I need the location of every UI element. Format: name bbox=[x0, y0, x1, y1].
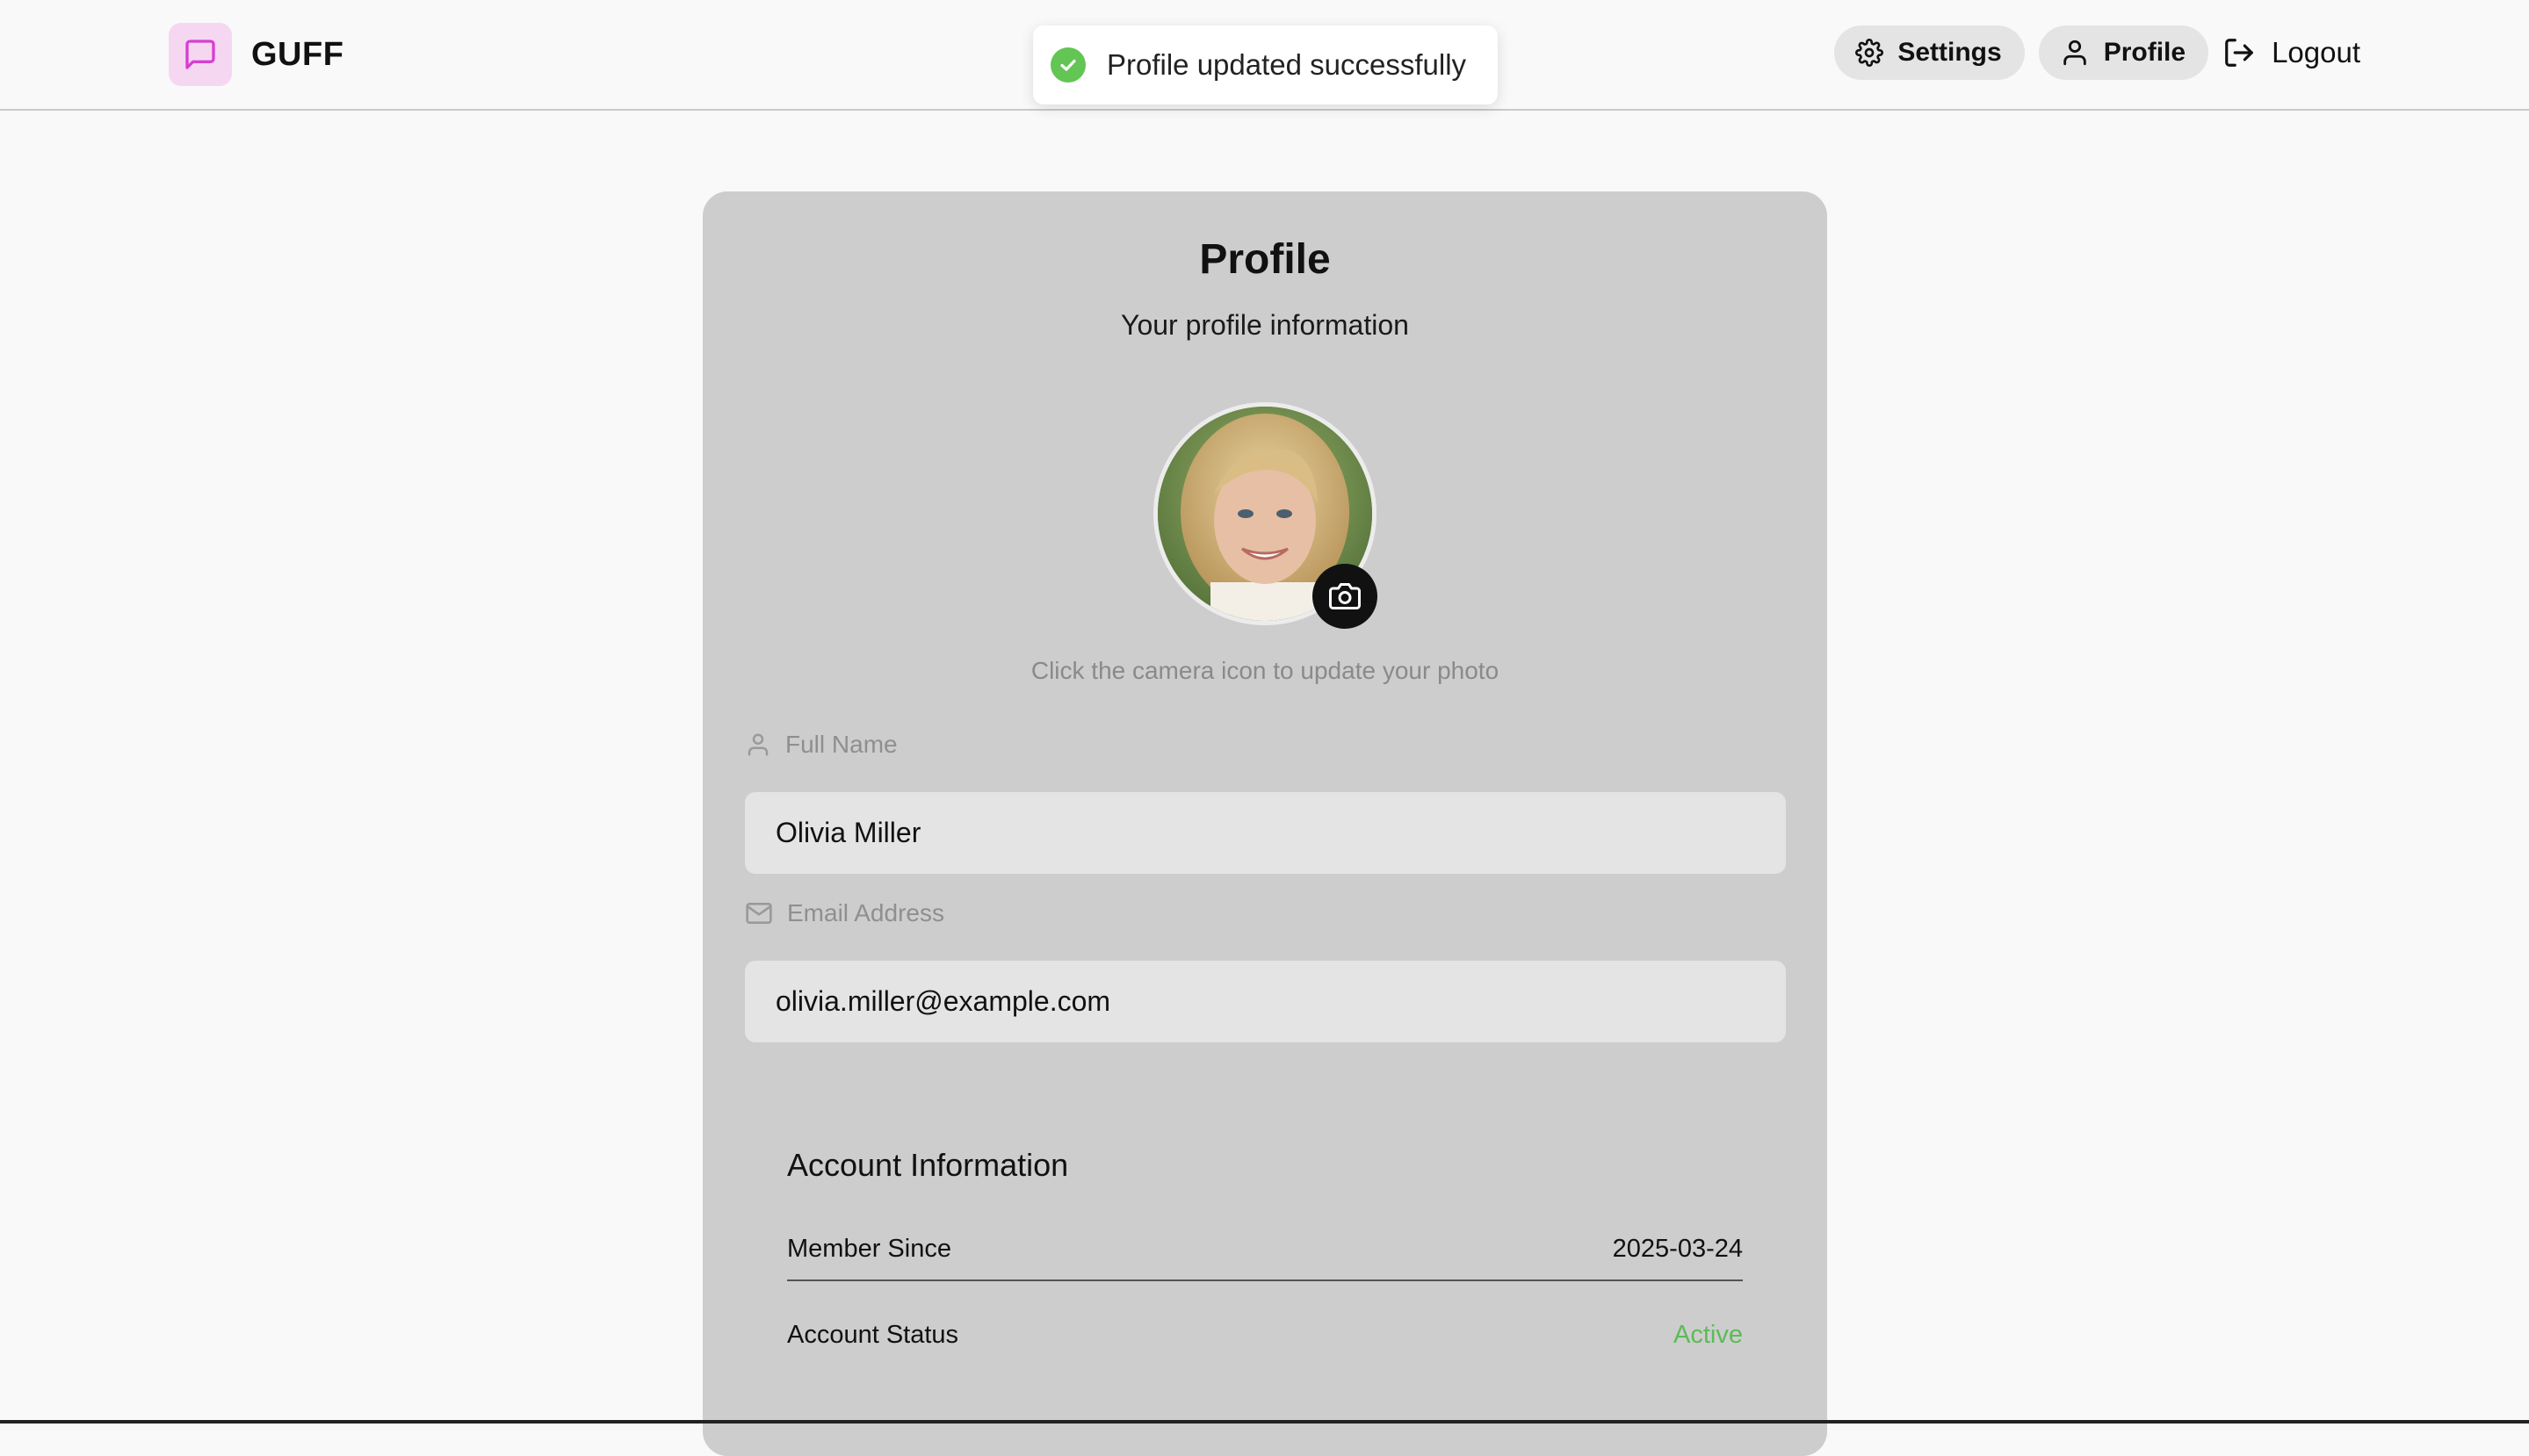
email-label-text: Email Address bbox=[787, 899, 944, 926]
success-toast: Profile updated successfully bbox=[1033, 25, 1498, 105]
message-square-icon bbox=[169, 23, 232, 86]
settings-label: Settings bbox=[1897, 38, 2002, 67]
full-name-label-text: Full Name bbox=[785, 731, 898, 758]
logout-button[interactable]: Logout bbox=[2222, 25, 2360, 80]
account-status-value: Active bbox=[1673, 1320, 1743, 1349]
brand[interactable]: GUFF bbox=[169, 23, 343, 86]
settings-button[interactable]: Settings bbox=[1834, 25, 2025, 80]
email-field[interactable] bbox=[745, 961, 1786, 1042]
page-subtitle: Your profile information bbox=[1121, 309, 1409, 341]
logout-label: Logout bbox=[2272, 36, 2360, 68]
member-since-value: 2025-03-24 bbox=[1612, 1234, 1743, 1263]
gear-icon bbox=[1855, 39, 1884, 67]
logout-icon bbox=[2225, 39, 2253, 67]
toast-message: Profile updated successfully bbox=[1107, 48, 1467, 81]
check-circle-icon bbox=[1051, 47, 1086, 83]
page-title: Profile bbox=[1199, 236, 1331, 283]
divider bbox=[787, 1279, 1743, 1281]
full-name-field[interactable] bbox=[745, 792, 1786, 874]
brand-name: GUFF bbox=[251, 35, 344, 73]
avatar-hint: Click the camera icon to update your pho… bbox=[1030, 657, 1499, 684]
user-icon bbox=[748, 733, 769, 756]
profile-card: Profile Your profile information Click t… bbox=[703, 191, 1827, 1456]
member-since-row: Member Since 2025-03-24 bbox=[787, 1224, 1743, 1273]
profile-label: Profile bbox=[2103, 38, 2186, 67]
camera-button[interactable] bbox=[1312, 564, 1377, 629]
user-icon bbox=[2063, 40, 2086, 66]
full-name-label: Full Name bbox=[745, 731, 898, 759]
email-label: Email Address bbox=[745, 899, 944, 927]
camera-icon bbox=[1329, 583, 1361, 609]
profile-button[interactable]: Profile bbox=[2038, 25, 2209, 80]
account-status-label: Account Status bbox=[787, 1320, 959, 1349]
nav-actions: Settings Profile Logout bbox=[1834, 25, 2360, 80]
bottom-border bbox=[0, 1420, 2529, 1424]
account-info-heading: Account Information bbox=[787, 1147, 1069, 1183]
mail-icon bbox=[746, 903, 772, 924]
member-since-label: Member Since bbox=[787, 1234, 951, 1263]
account-status-row: Account Status Active bbox=[787, 1310, 1743, 1359]
